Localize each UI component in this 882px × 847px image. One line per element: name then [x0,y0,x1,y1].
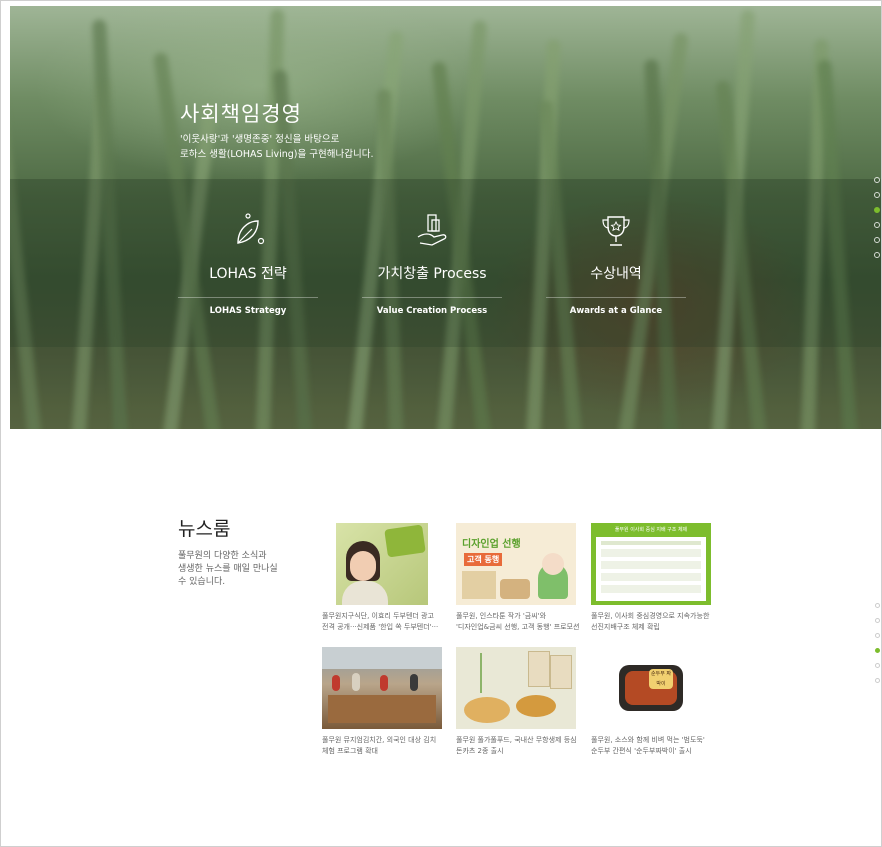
hero-desc-line2: 로하스 생활(LOHAS Living)을 구현해나갑니다. [180,149,374,160]
news-caption-line: 풀무원, 소스와 함께 비벼 먹는 '범도둑' [591,736,705,744]
section-dot[interactable] [875,633,880,638]
news-item[interactable]: 풀무원 풀가풀푸드, 국내산 무항생제 등심 돈카츠 2종 출시 [456,647,582,757]
news-caption-line: 순두부 간편식 '순두부짜박이' 출시 [591,747,692,755]
card-value-creation[interactable]: 가치창출 Process Value Creation Process [362,211,502,316]
trophy-icon [602,216,630,246]
card-lohas-strategy[interactable]: LOHAS 전략 LOHAS Strategy [178,211,318,316]
news-thumbnail: 풀무원 이사회 중심 지배 구조 체제 [591,523,711,605]
news-caption-line: 풀무원 풀가풀푸드, 국내산 무항생제 등심 [456,736,577,744]
news-caption-line: 돈카츠 2종 출시 [456,747,504,755]
news-caption-line: 풀무원, 인스타툰 작가 '금씨'와 [456,612,547,620]
thumbnail-text: 순두부 짜박이 [649,669,673,689]
news-caption: 풀무원 뮤지엄김치간, 외국인 대상 김치 체험 프로그램 확대 [322,735,448,757]
newsroom-title: 뉴스룸 [178,518,231,540]
news-caption-line: '디자인업&금씨 선행, 고객 동행' 프로모션 [456,623,580,631]
hero-lower-band [10,347,882,429]
news-thumbnail: 순두부 짜박이 [591,647,711,729]
card-divider [178,297,318,298]
news-caption-line: 풀무원지구식단, 이효리 두부텐더 광고 [322,612,434,620]
hero-description: '이웃사랑'과 '생명존중' 정신을 바탕으로 로하스 생활(LOHAS Liv… [180,132,373,162]
thumbnail-text: 디자인업 선행 [462,539,521,550]
section-dot[interactable] [875,603,880,608]
card-divider [362,297,502,298]
news-caption: 풀무원 풀가풀푸드, 국내산 무항생제 등심 돈카츠 2종 출시 [456,735,582,757]
thumbnail-text: 풀무원 이사회 중심 지배 구조 체제 [614,527,688,533]
card-divider [546,297,686,298]
section-pagination [875,603,880,693]
news-item[interactable]: 디자인업 선행 고객 동행 풀무원, 인스타툰 작가 '금씨'와 '디자인업&금… [456,523,582,633]
pagination-dot[interactable] [874,222,880,228]
newsroom-desc-line: 생생한 뉴스를 매일 만나실 [178,564,278,574]
leaf-icon [237,213,265,245]
news-caption: 풀무원, 인스타툰 작가 '금씨'와 '디자인업&금씨 선행, 고객 동행' 프… [456,611,582,633]
news-caption-line: 선진지배구조 체제 확립 [591,623,660,631]
hero-desc-line1: '이웃사랑'과 '생명존중' 정신을 바탕으로 [180,134,340,145]
section-dot[interactable] [875,618,880,623]
pagination-dot-active[interactable] [874,207,880,213]
card-title: 가치창출 Process [377,266,487,282]
hero-pagination [874,177,880,267]
news-thumbnail [456,647,576,729]
card-title: 수상내역 [590,266,642,282]
news-thumbnail: 디자인업 선행 고객 동행 [456,523,576,605]
pagination-dot[interactable] [874,177,880,183]
news-thumbnail [322,647,442,729]
hand-value-icon [417,214,447,246]
news-item[interactable]: 풀무원 이사회 중심 지배 구조 체제 풀무원, 이사회 중심경영으로 지속가능… [591,523,717,633]
news-item[interactable]: 풀무원지구식단, 이효리 두부텐더 광고 전격 공개···신제품 '한입 쏙 두… [322,523,448,633]
hero-title: 사회책임경영 [180,102,302,126]
card-subtitle: LOHAS Strategy [209,306,287,316]
news-caption: 풀무원, 소스와 함께 비벼 먹는 '범도둑' 순두부 간편식 '순두부짜박이'… [591,735,717,757]
news-caption: 풀무원, 이사회 중심경영으로 지속가능한 선진지배구조 체제 확립 [591,611,717,633]
news-caption-line: 전격 공개···신제품 '한입 쏙 두부텐더'··· [322,623,439,631]
thumbnail-text: 고객 동행 [464,553,503,566]
card-title: LOHAS 전략 [209,266,287,282]
card-awards[interactable]: 수상내역 Awards at a Glance [546,211,686,316]
news-caption: 풀무원지구식단, 이효리 두부텐더 광고 전격 공개···신제품 '한입 쏙 두… [322,611,448,633]
news-thumbnail [336,523,428,605]
newsroom-desc-line: 풀무원의 다양한 소식과 [178,551,267,561]
pagination-dot[interactable] [874,192,880,198]
news-caption-line: 풀무원, 이사회 중심경영으로 지속가능한 [591,612,710,620]
section-dot[interactable] [875,678,880,683]
news-caption-line: 체험 프로그램 확대 [322,747,378,755]
card-subtitle: Awards at a Glance [569,306,663,316]
hero-section: 사회책임경영 '이웃사랑'과 '생명존중' 정신을 바탕으로 로하스 생활(LO… [10,6,882,429]
news-item[interactable]: 풀무원 뮤지엄김치간, 외국인 대상 김치 체험 프로그램 확대 [322,647,448,757]
card-subtitle: Value Creation Process [376,306,488,316]
newsroom-description: 풀무원의 다양한 소식과 생생한 뉴스를 매일 만나실 수 있습니다. [178,550,288,589]
pagination-dot[interactable] [874,237,880,243]
section-dot[interactable] [875,663,880,668]
news-item[interactable]: 순두부 짜박이 풀무원, 소스와 함께 비벼 먹는 '범도둑' 순두부 간편식 … [591,647,717,757]
section-dot-active[interactable] [875,648,880,653]
pagination-dot[interactable] [874,252,880,258]
news-caption-line: 풀무원 뮤지엄김치간, 외국인 대상 김치 [322,736,437,744]
newsroom-desc-line: 수 있습니다. [178,577,226,587]
